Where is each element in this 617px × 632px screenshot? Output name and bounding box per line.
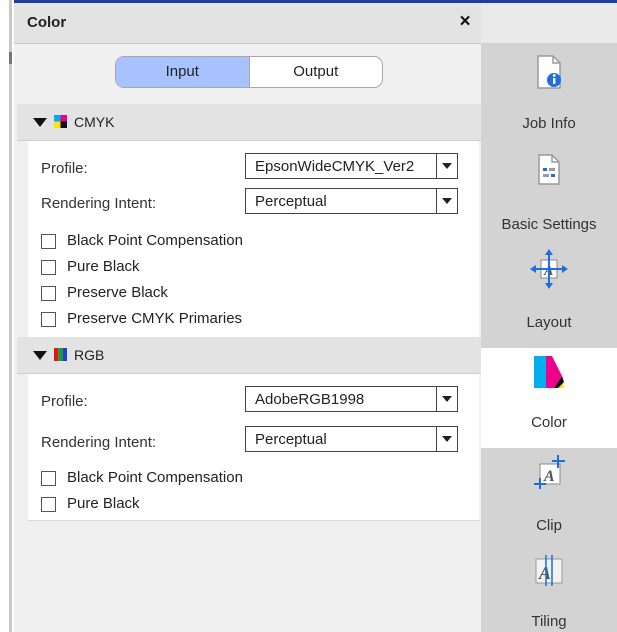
- checkbox-label[interactable]: Pure Black: [67, 258, 140, 275]
- cmyk-profile-value: EpsonWideCMYK_Ver2: [255, 158, 415, 175]
- tab-label: Layout: [526, 314, 572, 331]
- color-panel: Color × Input Output CMYK Profile: Epson…: [14, 3, 481, 632]
- rgb-black-point-checkbox[interactable]: [41, 471, 56, 486]
- rgb-intent-value: Perceptual: [255, 431, 327, 448]
- cmyk-intent-label: Rendering Intent:: [41, 195, 157, 212]
- input-output-toggle: Input Output: [115, 56, 383, 88]
- tab-label: Basic Settings: [501, 216, 597, 233]
- rgb-profile-label: Profile:: [41, 393, 88, 410]
- left-splitter[interactable]: [9, 0, 12, 632]
- cmyk-preserve-black-checkbox[interactable]: [41, 286, 56, 301]
- cmyk-preserve-primaries-checkbox[interactable]: [41, 312, 56, 327]
- cmyk-icon: [54, 115, 67, 128]
- rgb-section-header[interactable]: RGB: [17, 337, 481, 374]
- cmyk-section-header[interactable]: CMYK: [17, 104, 481, 141]
- rgb-profile-value: AdobeRGB1998: [255, 391, 365, 408]
- tab-clip[interactable]: A Clip: [481, 450, 617, 548]
- panel-title: Color: [27, 14, 67, 31]
- input-tab[interactable]: Input: [116, 57, 250, 87]
- collapse-triangle-icon[interactable]: [33, 351, 47, 360]
- tab-label: Job Info: [522, 115, 576, 132]
- dropdown-arrow-icon[interactable]: [436, 387, 457, 411]
- basic-settings-icon: [538, 154, 560, 185]
- dropdown-arrow-icon[interactable]: [436, 427, 457, 451]
- splitter-grip[interactable]: [9, 52, 12, 64]
- checkbox-label[interactable]: Preserve Black: [67, 284, 168, 301]
- tab-color[interactable]: Color: [481, 348, 617, 448]
- cmyk-pure-black-checkbox[interactable]: [41, 260, 56, 275]
- tab-tiling[interactable]: A Tiling: [481, 548, 617, 632]
- rgb-section-label: RGB: [74, 347, 105, 363]
- color-icon: [534, 356, 564, 388]
- tiling-icon: A: [535, 555, 563, 586]
- collapse-triangle-icon[interactable]: [33, 118, 47, 127]
- settings-tab-rail: Job Info Basic Settings A Layout: [481, 3, 617, 632]
- cmyk-profile-label: Profile:: [41, 160, 88, 177]
- checkbox-label[interactable]: Preserve CMYK Primaries: [67, 310, 242, 327]
- panel-header: Color ×: [14, 3, 481, 44]
- clip-icon: A: [534, 455, 565, 489]
- cmyk-section-label: CMYK: [74, 114, 115, 130]
- tab-label: Color: [531, 414, 567, 431]
- svg-text:A: A: [543, 468, 555, 485]
- tab-layout[interactable]: A Layout: [481, 243, 617, 341]
- cmyk-section-body: Profile: EpsonWideCMYK_Ver2 Rendering In…: [28, 141, 479, 339]
- cmyk-profile-select[interactable]: EpsonWideCMYK_Ver2: [245, 153, 458, 179]
- rgb-pure-black-checkbox[interactable]: [41, 497, 56, 512]
- layout-icon: A: [530, 249, 568, 289]
- checkbox-label[interactable]: Black Point Compensation: [67, 469, 243, 486]
- checkbox-label[interactable]: Black Point Compensation: [67, 232, 243, 249]
- rgb-icon: [54, 348, 67, 361]
- svg-text:A: A: [538, 563, 551, 583]
- job-info-icon: [537, 55, 561, 89]
- cmyk-black-point-checkbox[interactable]: [41, 234, 56, 249]
- tab-job-info[interactable]: Job Info: [481, 48, 617, 145]
- checkbox-label[interactable]: Pure Black: [67, 495, 140, 512]
- cmyk-intent-select[interactable]: Perceptual: [245, 188, 458, 214]
- tab-label: Tiling: [531, 613, 567, 630]
- rgb-intent-label: Rendering Intent:: [41, 434, 157, 451]
- rail-header: [481, 3, 617, 43]
- rgb-intent-select[interactable]: Perceptual: [245, 426, 458, 452]
- rgb-profile-select[interactable]: AdobeRGB1998: [245, 386, 458, 412]
- tab-label: Clip: [536, 517, 562, 534]
- close-button[interactable]: ×: [455, 12, 475, 32]
- output-tab[interactable]: Output: [250, 57, 383, 87]
- tab-basic-settings[interactable]: Basic Settings: [481, 145, 617, 243]
- cmyk-intent-value: Perceptual: [255, 193, 327, 210]
- dropdown-arrow-icon[interactable]: [436, 154, 457, 178]
- rgb-section-body: Profile: AdobeRGB1998 Rendering Intent: …: [28, 374, 479, 521]
- dropdown-arrow-icon[interactable]: [436, 189, 457, 213]
